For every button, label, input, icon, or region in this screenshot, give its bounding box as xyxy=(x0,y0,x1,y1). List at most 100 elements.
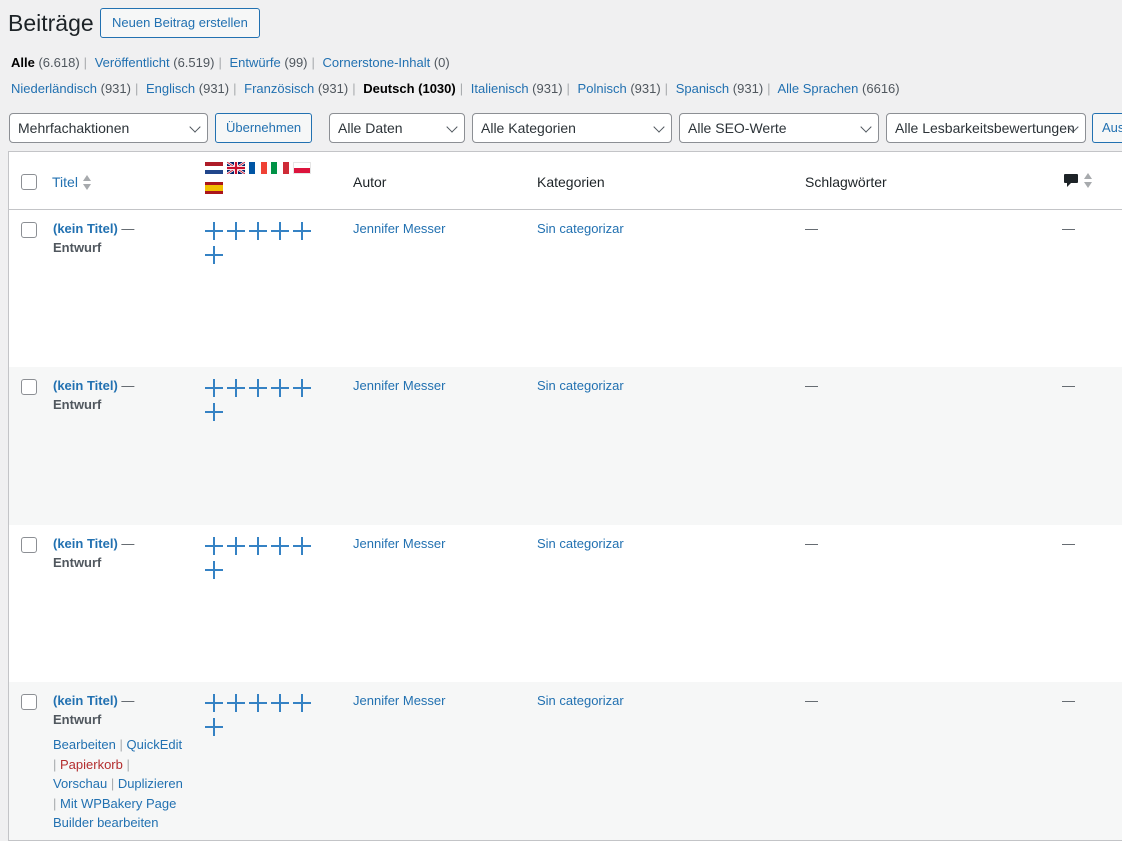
row-title-link[interactable]: (kein Titel) xyxy=(53,693,118,708)
add-translation-gb-icon[interactable] xyxy=(227,537,245,555)
add-translation-fr-icon[interactable] xyxy=(249,694,267,712)
add-translation-it-icon[interactable] xyxy=(271,222,289,240)
add-translation-gb-icon[interactable] xyxy=(227,222,245,240)
add-translation-es-icon[interactable] xyxy=(205,403,223,421)
title-dash: — xyxy=(121,378,135,393)
row-category-link[interactable]: Sin categorizar xyxy=(537,219,624,238)
status-link-published[interactable]: Veröffentlicht xyxy=(95,55,170,70)
flag-nl-icon[interactable] xyxy=(205,162,223,174)
row-comments: — xyxy=(1062,378,1075,393)
sort-icon xyxy=(82,175,92,191)
chevron-down-icon xyxy=(653,121,665,133)
apply-bulk-button[interactable]: Übernehmen xyxy=(215,113,312,143)
add-translation-fr-icon[interactable] xyxy=(249,379,267,397)
table-row: (kein Titel) — Entwurf Jennifer Messer S… xyxy=(9,525,1122,682)
lang-link-german[interactable]: Deutsch xyxy=(363,81,414,96)
date-filter-select[interactable]: Alle Daten xyxy=(329,113,465,143)
add-translation-nl-icon[interactable] xyxy=(205,222,223,240)
lang-count-german: (1030) xyxy=(418,81,456,96)
add-translation-it-icon[interactable] xyxy=(271,694,289,712)
add-translation-nl-icon[interactable] xyxy=(205,379,223,397)
bulk-actions-select[interactable]: Mehrfachaktionen xyxy=(9,113,208,143)
lang-link-polish[interactable]: Polnisch xyxy=(578,81,627,96)
column-title-header[interactable]: Titel xyxy=(52,174,92,191)
row-tags: — xyxy=(805,221,818,236)
add-translation-it-icon[interactable] xyxy=(271,537,289,555)
row-title-cell: (kein Titel) — Entwurf xyxy=(53,376,193,414)
row-category-link[interactable]: Sin categorizar xyxy=(537,376,624,395)
add-translation-pl-icon[interactable] xyxy=(293,222,311,240)
add-translation-fr-icon[interactable] xyxy=(249,537,267,555)
chevron-down-icon xyxy=(189,121,201,133)
row-checkbox[interactable] xyxy=(21,379,37,395)
row-actions: Bearbeiten | QuickEdit | Papierkorb | Vo… xyxy=(53,737,183,831)
select-all-checkbox[interactable] xyxy=(21,174,37,190)
row-checkbox[interactable] xyxy=(21,222,37,238)
flag-it-icon[interactable] xyxy=(271,162,289,174)
row-author-link[interactable]: Jennifer Messer xyxy=(353,219,445,238)
add-translation-gb-icon[interactable] xyxy=(227,379,245,397)
row-title-link[interactable]: (kein Titel) xyxy=(53,378,118,393)
status-link-drafts[interactable]: Entwürfe xyxy=(229,55,280,70)
lang-count-dutch: (931) xyxy=(100,81,131,96)
row-checkbox[interactable] xyxy=(21,694,37,710)
lang-link-dutch[interactable]: Niederländisch xyxy=(11,81,97,96)
row-author-link[interactable]: Jennifer Messer xyxy=(353,376,445,395)
add-new-post-button[interactable]: Neuen Beitrag erstellen xyxy=(100,8,260,38)
add-translation-pl-icon[interactable] xyxy=(293,537,311,555)
edit-link[interactable]: Bearbeiten xyxy=(53,737,116,752)
flag-pl-icon[interactable] xyxy=(293,162,311,174)
row-checkbox[interactable] xyxy=(21,537,37,553)
row-author-link[interactable]: Jennifer Messer xyxy=(353,534,445,553)
category-filter-select[interactable]: Alle Kategorien xyxy=(472,113,672,143)
flag-fr-icon[interactable] xyxy=(249,162,267,174)
row-tags: — xyxy=(805,536,818,551)
lang-link-english[interactable]: Englisch xyxy=(146,81,195,96)
filter-submit-button[interactable]: Auswahl einschränken xyxy=(1092,113,1122,143)
row-category-link[interactable]: Sin categorizar xyxy=(537,691,624,710)
add-translation-es-icon[interactable] xyxy=(205,718,223,736)
column-comments-header[interactable] xyxy=(1063,172,1093,190)
row-title-cell: (kein Titel) — Entwurf xyxy=(53,219,193,257)
row-title-cell: (kein Titel) — Entwurf xyxy=(53,691,193,729)
row-title-link[interactable]: (kein Titel) xyxy=(53,221,118,236)
add-translation-es-icon[interactable] xyxy=(205,246,223,264)
duplicate-link[interactable]: Duplizieren xyxy=(118,776,183,791)
row-category-link[interactable]: Sin categorizar xyxy=(537,534,624,553)
lang-link-french[interactable]: Französisch xyxy=(244,81,314,96)
quickedit-link[interactable]: QuickEdit xyxy=(127,737,183,752)
add-translation-pl-icon[interactable] xyxy=(293,379,311,397)
add-translation-gb-icon[interactable] xyxy=(227,694,245,712)
status-count-drafts: (99) xyxy=(284,55,308,70)
column-tags-header: Schlagwörter xyxy=(805,174,887,190)
lang-count-italian: (931) xyxy=(532,81,563,96)
lang-link-spanish[interactable]: Spanisch xyxy=(676,81,729,96)
lang-link-italian[interactable]: Italienisch xyxy=(471,81,529,96)
row-comments: — xyxy=(1062,221,1075,236)
row-title-link[interactable]: (kein Titel) xyxy=(53,536,118,551)
lang-link-all[interactable]: Alle Sprachen xyxy=(777,81,858,96)
add-translation-pl-icon[interactable] xyxy=(293,694,311,712)
flag-es-icon[interactable] xyxy=(205,182,223,194)
add-translation-nl-icon[interactable] xyxy=(205,537,223,555)
trash-link[interactable]: Papierkorb xyxy=(60,757,123,772)
status-filter-links: Alle (6.618) | Veröffentlicht (6.519) | En… xyxy=(11,55,450,70)
chevron-down-icon xyxy=(446,121,458,133)
add-translation-nl-icon[interactable] xyxy=(205,694,223,712)
add-translation-fr-icon[interactable] xyxy=(249,222,267,240)
row-author-link[interactable]: Jennifer Messer xyxy=(353,691,445,710)
column-title-label: Titel xyxy=(52,174,78,190)
flag-gb-icon[interactable] xyxy=(227,162,245,174)
status-link-cornerstone[interactable]: Cornerstone-Inhalt xyxy=(323,55,431,70)
post-state: Entwurf xyxy=(53,397,102,412)
title-dash: — xyxy=(121,221,135,236)
status-link-all[interactable]: Alle xyxy=(11,55,35,70)
title-dash: — xyxy=(121,536,135,551)
wpbakery-edit-link[interactable]: Mit WPBakery Page Builder bearbeiten xyxy=(53,796,176,831)
add-translation-it-icon[interactable] xyxy=(271,379,289,397)
readability-filter-value: Alle Lesbarkeitsbewertungen xyxy=(895,120,1075,136)
preview-link[interactable]: Vorschau xyxy=(53,776,107,791)
readability-filter-select[interactable]: Alle Lesbarkeitsbewertungen xyxy=(886,113,1086,143)
add-translation-es-icon[interactable] xyxy=(205,561,223,579)
seo-filter-select[interactable]: Alle SEO-Werte xyxy=(679,113,879,143)
